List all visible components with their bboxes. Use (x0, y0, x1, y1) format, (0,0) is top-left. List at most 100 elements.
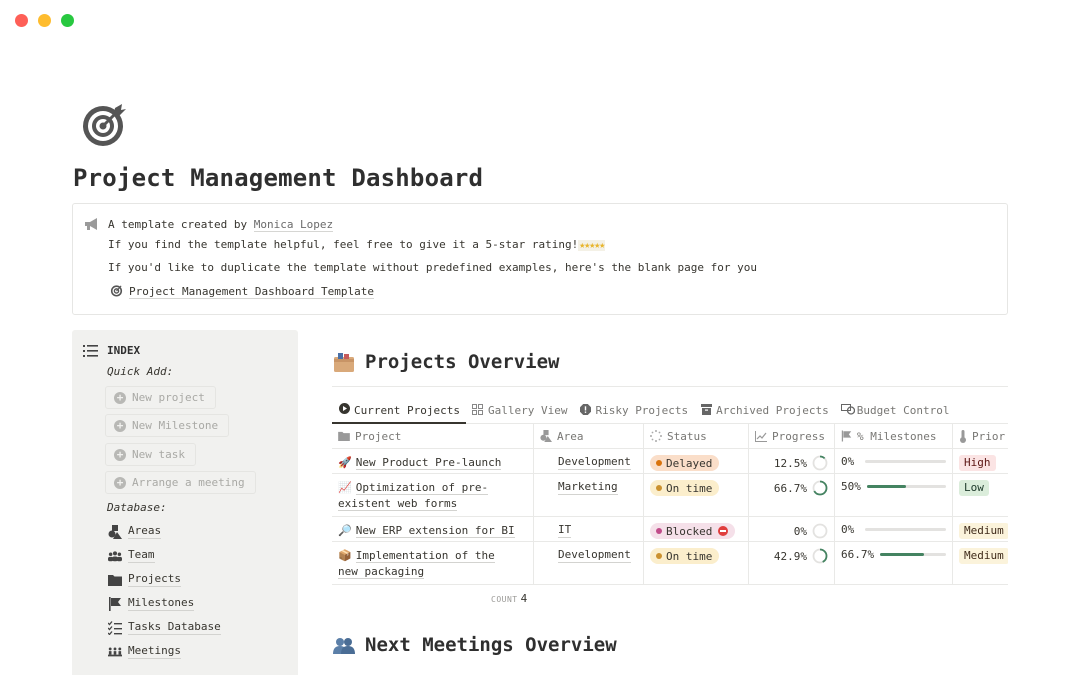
priority-cell[interactable]: Low (953, 474, 1008, 516)
progress-ring (812, 480, 828, 496)
index-header: INDEX (83, 344, 140, 357)
package-icon: 📦 (338, 549, 352, 562)
chart-line-icon (755, 430, 767, 442)
progress-ring (812, 455, 828, 471)
project-cell[interactable]: 🚀 New Product Pre-launch (332, 449, 534, 473)
milestone-progress-fill (880, 553, 925, 556)
sidebar-item-team[interactable]: Team (108, 548, 155, 563)
priority-cell[interactable]: Medium (953, 542, 1008, 584)
arrange-meeting-button[interactable]: + Arrange a meeting (105, 471, 256, 494)
progress-ring (812, 548, 828, 564)
minimize-window-button[interactable] (38, 14, 51, 27)
card-box-icon (334, 353, 354, 372)
milestone-progress-fill (866, 485, 907, 488)
status-badge: Delayed (650, 455, 720, 471)
table-count: COUNT 4 (491, 592, 528, 605)
project-cell[interactable]: 📈 Optimization of pre-existent web forms (332, 474, 534, 516)
column-header-progress[interactable]: Progress (749, 424, 835, 448)
projects-overview-heading: Projects Overview (333, 351, 559, 373)
busts-icon (333, 638, 355, 654)
sidebar-item-meetings[interactable]: Meetings (108, 644, 181, 659)
status-badge: On time (650, 480, 720, 496)
list-icon (83, 344, 98, 357)
chart-increasing-icon: 📈 (338, 481, 352, 494)
next-meetings-heading: Next Meetings Overview (333, 634, 617, 656)
column-header-project[interactable]: Project (332, 424, 534, 448)
shapes-icon (108, 524, 122, 539)
status-cell[interactable]: Delayed (644, 449, 749, 473)
flag-icon (108, 596, 122, 611)
table-row[interactable]: 📈 Optimization of pre-existent web forms … (332, 474, 1008, 517)
grid-icon (472, 403, 484, 418)
thermometer-icon (960, 429, 966, 443)
info-callout: A template created by Monica Lopez If yo… (72, 203, 1008, 315)
index-title: INDEX (107, 344, 141, 357)
column-header-status[interactable]: Status (644, 424, 749, 448)
area-cell[interactable]: Development (534, 542, 644, 584)
progress-cell: 0% (749, 517, 835, 541)
meeting-icon (108, 645, 122, 659)
star-rating-icons: ★★★★★ (578, 240, 605, 251)
status-cell[interactable]: On time (644, 542, 749, 584)
projects-table: Project Area Status Progress % Milestone… (332, 424, 1008, 585)
tab-archived-projects[interactable]: Archived Projects (694, 398, 835, 423)
milestones-cell: 66.7% (835, 542, 953, 584)
column-header-priority[interactable]: Prior (953, 424, 1008, 448)
milestone-progress-bar (865, 528, 946, 531)
table-row[interactable]: 🚀 New Product Pre-launch Development Dela… (332, 449, 1008, 474)
priority-badge: Low (959, 480, 989, 496)
archive-icon (700, 403, 712, 418)
table-row[interactable]: 📦 Implementation of the new packaging Deve… (332, 542, 1008, 585)
people-group-icon (108, 549, 122, 563)
tab-risky-projects[interactable]: Risky Projects (573, 398, 694, 423)
tab-gallery-view[interactable]: Gallery View (466, 398, 573, 423)
shapes-icon (540, 430, 552, 442)
priority-cell[interactable]: High (953, 449, 1008, 473)
milestone-progress-bar (880, 553, 946, 556)
project-cell[interactable]: 📦 Implementation of the new packaging (332, 542, 534, 584)
status-badge: Blocked (650, 523, 736, 539)
sidebar-item-milestones[interactable]: Milestones (108, 596, 195, 611)
column-header-area[interactable]: Area (534, 424, 644, 448)
column-header-milestones[interactable]: % Milestones (835, 424, 953, 448)
status-cell[interactable]: On time (644, 474, 749, 516)
new-task-button[interactable]: + New task (105, 443, 196, 466)
template-link[interactable]: Project Management Dashboard Template (110, 284, 375, 299)
maximize-window-button[interactable] (61, 14, 74, 27)
milestones-cell: 0% (835, 517, 953, 541)
milestone-progress-bar (866, 485, 946, 488)
author-link[interactable]: Monica Lopez (253, 218, 334, 232)
new-project-button[interactable]: + New project (105, 386, 216, 409)
progress-cell: 42.9% (749, 542, 835, 584)
progress-cell: 12.5% (749, 449, 835, 473)
area-cell[interactable]: Marketing (534, 474, 644, 516)
priority-cell[interactable]: Medium (953, 517, 1008, 541)
section-divider (332, 386, 1008, 387)
folder-icon (108, 573, 122, 587)
sidebar-item-projects[interactable]: Projects (108, 572, 181, 587)
close-window-button[interactable] (15, 14, 28, 27)
plus-circle-icon: + (114, 391, 126, 404)
window-controls (15, 14, 74, 27)
checklist-icon (108, 620, 122, 635)
magnifier-icon: 🔎 (338, 524, 352, 537)
progress-ring (812, 523, 828, 539)
megaphone-icon (84, 217, 99, 235)
folder-icon (338, 431, 350, 441)
plus-circle-icon: + (114, 476, 126, 489)
plus-circle-icon: + (114, 448, 126, 461)
area-cell[interactable]: IT (534, 517, 644, 541)
area-cell[interactable]: Development (534, 449, 644, 473)
milestones-cell: 0% (835, 449, 953, 473)
status-cell[interactable]: Blocked (644, 517, 749, 541)
sidebar-item-tasks-database[interactable]: Tasks Database (108, 620, 221, 635)
table-row[interactable]: 🔎 New ERP extension for BI IT Blocked 0% … (332, 517, 1008, 542)
tab-budget-control[interactable]: Budget Control (835, 398, 956, 423)
alert-icon (579, 403, 591, 418)
target-icon[interactable] (80, 100, 130, 150)
tab-current-projects[interactable]: Current Projects (332, 398, 466, 424)
priority-badge: High (959, 455, 996, 471)
sidebar-item-areas[interactable]: Areas (108, 524, 162, 539)
project-cell[interactable]: 🔎 New ERP extension for BI (332, 517, 534, 541)
new-milestone-button[interactable]: + New Milestone (105, 414, 230, 437)
